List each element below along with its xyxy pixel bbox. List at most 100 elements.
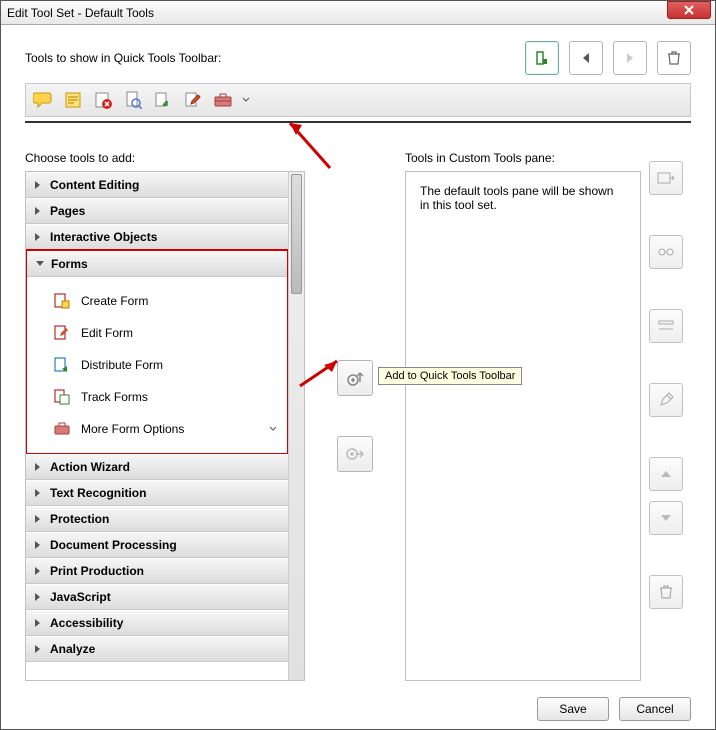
dialog-content: Tools to show in Quick Tools Toolbar: bbox=[1, 25, 715, 729]
comment-bubble-icon[interactable] bbox=[32, 89, 54, 111]
category-label: Document Processing bbox=[50, 538, 177, 552]
form-item-label: Distribute Form bbox=[81, 358, 163, 372]
titlebar: Edit Tool Set - Default Tools bbox=[1, 1, 715, 25]
custom-pane-placeholder: The default tools pane will be shown in … bbox=[420, 184, 613, 212]
top-row: Tools to show in Quick Tools Toolbar: bbox=[25, 41, 691, 75]
form-item-distribute-form[interactable]: Distribute Form bbox=[27, 349, 287, 381]
edit-item-button[interactable] bbox=[649, 383, 683, 417]
create-form-icon bbox=[53, 292, 71, 310]
left-column: Choose tools to add: Content Editing Pag… bbox=[25, 151, 305, 681]
columns: Choose tools to add: Content Editing Pag… bbox=[25, 151, 691, 681]
toolbox-icon[interactable] bbox=[212, 89, 234, 111]
track-forms-icon bbox=[53, 388, 71, 406]
choose-tools-label: Choose tools to add: bbox=[25, 151, 305, 165]
prev-button[interactable] bbox=[569, 41, 603, 75]
category-javascript[interactable]: JavaScript bbox=[26, 584, 288, 610]
add-to-pane-button[interactable] bbox=[337, 436, 373, 472]
triangle-left-icon bbox=[581, 52, 591, 64]
category-action-wizard[interactable]: Action Wizard bbox=[26, 454, 288, 480]
category-label: Text Recognition bbox=[50, 486, 146, 500]
category-accessibility[interactable]: Accessibility bbox=[26, 610, 288, 636]
middle-column: Add to Quick Tools Toolbar bbox=[305, 151, 405, 681]
delete-toolset-button[interactable] bbox=[657, 41, 691, 75]
save-label: Save bbox=[559, 702, 586, 716]
category-print-production[interactable]: Print Production bbox=[26, 558, 288, 584]
save-button[interactable]: Save bbox=[537, 697, 609, 721]
triangle-right-icon bbox=[625, 52, 635, 64]
form-item-edit-form[interactable]: Edit Form bbox=[27, 317, 287, 349]
tree-scroll[interactable]: Content Editing Pages Interactive Object… bbox=[26, 172, 288, 680]
add-panel-button[interactable] bbox=[649, 161, 683, 195]
tree-scrollbar[interactable] bbox=[288, 172, 304, 680]
move-up-button[interactable] bbox=[649, 457, 683, 491]
form-item-label: Edit Form bbox=[81, 326, 133, 340]
category-label: Content Editing bbox=[50, 178, 139, 192]
delete-item-button[interactable] bbox=[649, 575, 683, 609]
form-item-label: More Form Options bbox=[81, 422, 184, 436]
category-label: Print Production bbox=[50, 564, 144, 578]
page-search-icon[interactable] bbox=[122, 89, 144, 111]
right-column: Tools in Custom Tools pane: The default … bbox=[405, 151, 641, 681]
forms-highlight-box: Forms Create Form Edit Form bbox=[26, 249, 288, 455]
window-title: Edit Tool Set - Default Tools bbox=[7, 6, 154, 20]
category-label: Pages bbox=[50, 204, 85, 218]
page-export-icon[interactable] bbox=[152, 89, 174, 111]
more-options-icon bbox=[53, 420, 71, 438]
quick-tools-label: Tools to show in Quick Tools Toolbar: bbox=[25, 51, 221, 65]
add-to-quick-tools-button[interactable]: Add to Quick Tools Toolbar bbox=[337, 360, 373, 396]
category-label: JavaScript bbox=[50, 590, 111, 604]
close-button[interactable] bbox=[667, 1, 711, 19]
category-text-recognition[interactable]: Text Recognition bbox=[26, 480, 288, 506]
form-item-create-form[interactable]: Create Form bbox=[27, 285, 287, 317]
category-forms[interactable]: Forms bbox=[27, 251, 287, 277]
category-interactive-objects[interactable]: Interactive Objects bbox=[26, 224, 288, 250]
form-item-label: Track Forms bbox=[81, 390, 148, 404]
quick-tools-toolbar bbox=[25, 83, 691, 117]
cancel-button[interactable]: Cancel bbox=[619, 697, 691, 721]
category-label: Interactive Objects bbox=[50, 230, 157, 244]
toolset-icon bbox=[534, 50, 550, 66]
triangle-up-icon bbox=[660, 469, 672, 479]
add-tooltip: Add to Quick Tools Toolbar bbox=[378, 367, 522, 385]
category-protection[interactable]: Protection bbox=[26, 506, 288, 532]
forms-items: Create Form Edit Form Distribute Form bbox=[27, 277, 287, 453]
category-label: Forms bbox=[51, 257, 88, 271]
link-icon bbox=[657, 244, 675, 260]
move-down-button[interactable] bbox=[649, 501, 683, 535]
custom-pane-label: Tools in Custom Tools pane: bbox=[405, 151, 641, 165]
next-button[interactable] bbox=[613, 41, 647, 75]
category-label: Action Wizard bbox=[50, 460, 130, 474]
category-label: Accessibility bbox=[50, 616, 123, 630]
add-up-icon bbox=[345, 368, 365, 388]
page-edit-icon[interactable] bbox=[182, 89, 204, 111]
toolbox-dropdown[interactable] bbox=[242, 97, 250, 103]
edit-form-icon bbox=[53, 324, 71, 342]
pencil-icon bbox=[658, 392, 674, 408]
custom-tools-pane: The default tools pane will be shown in … bbox=[405, 171, 641, 681]
panel-arrow-icon bbox=[657, 170, 675, 186]
category-document-processing[interactable]: Document Processing bbox=[26, 532, 288, 558]
cancel-label: Cancel bbox=[636, 702, 673, 716]
top-buttons bbox=[525, 41, 691, 75]
dialog-footer: Save Cancel bbox=[25, 687, 691, 721]
side-buttons bbox=[641, 151, 691, 681]
add-right-icon bbox=[345, 444, 365, 464]
dialog-window: Edit Tool Set - Default Tools Tools to s… bbox=[0, 0, 716, 730]
trash-icon bbox=[667, 50, 681, 66]
category-label: Protection bbox=[50, 512, 109, 526]
toolset-button[interactable] bbox=[525, 41, 559, 75]
chevron-down-icon bbox=[269, 426, 277, 432]
category-pages[interactable]: Pages bbox=[26, 198, 288, 224]
category-analyze[interactable]: Analyze bbox=[26, 636, 288, 662]
divider-button[interactable] bbox=[649, 309, 683, 343]
stamp-x-icon[interactable] bbox=[92, 89, 114, 111]
form-item-track-forms[interactable]: Track Forms bbox=[27, 381, 287, 413]
form-item-more-options[interactable]: More Form Options bbox=[27, 413, 287, 445]
scrollbar-thumb[interactable] bbox=[291, 174, 302, 294]
sticky-note-icon[interactable] bbox=[62, 89, 84, 111]
link-button[interactable] bbox=[649, 235, 683, 269]
separator bbox=[25, 121, 691, 123]
triangle-down-icon bbox=[660, 513, 672, 523]
divider-icon bbox=[657, 319, 675, 333]
category-content-editing[interactable]: Content Editing bbox=[26, 172, 288, 198]
